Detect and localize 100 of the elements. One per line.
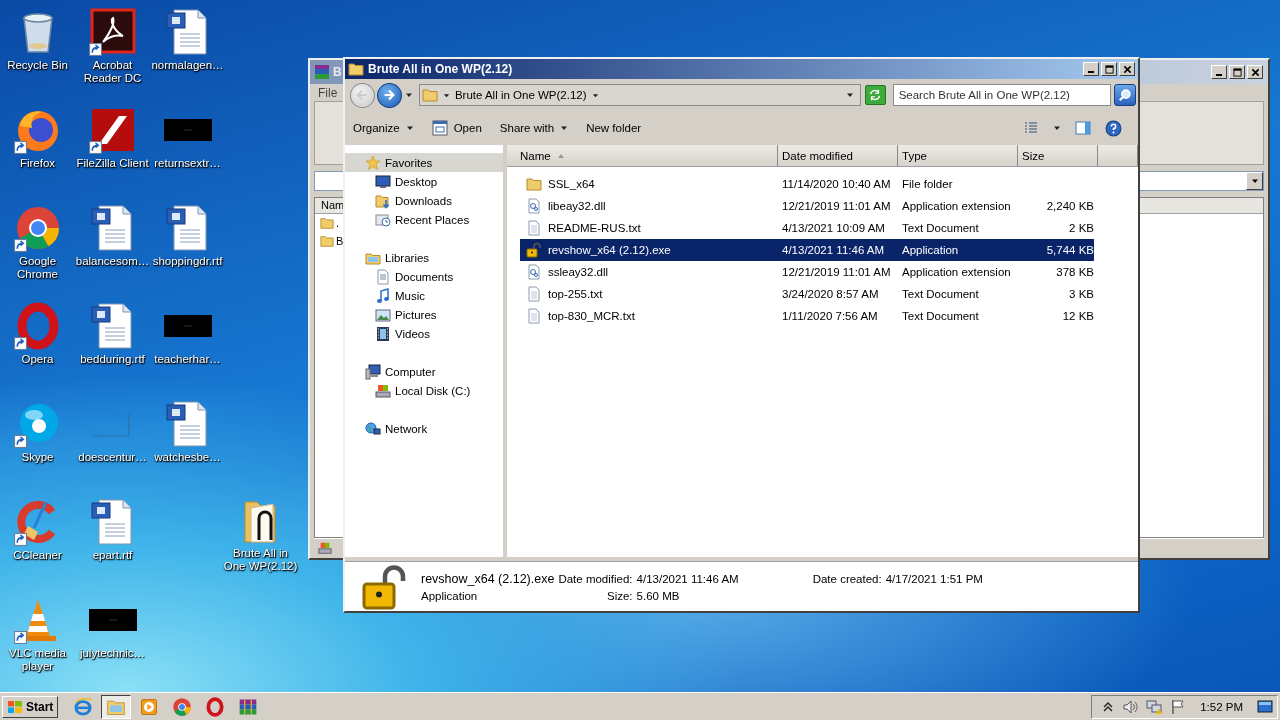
field-label: Size: <box>606 589 633 602</box>
books-icon <box>314 64 330 80</box>
clock-time[interactable]: 1:52 PM <box>1200 700 1243 713</box>
toolbar-button[interactable]: Share with <box>497 120 571 136</box>
nav-item[interactable]: Downloads <box>345 191 503 210</box>
maximize-button[interactable] <box>1101 62 1117 76</box>
file-name: SSL_x64 <box>548 178 595 190</box>
monitor-icon <box>375 173 391 190</box>
padlock-icon <box>526 242 542 258</box>
close-button[interactable] <box>1119 62 1135 76</box>
nav-item[interactable]: Pictures <box>345 305 503 324</box>
address-bar[interactable]: Brute All in One WP(2.12) <box>418 84 861 106</box>
file-row[interactable]: README-RUS.txt 4/13/2021 10:09 AM Text Document 2 KB <box>520 217 1094 239</box>
maximize-icon <box>1232 67 1242 77</box>
desktop-icon-label[interactable]: shoppingdr.rtf <box>150 255 225 268</box>
folder-icon <box>320 216 334 230</box>
speaker-icon[interactable] <box>1122 698 1139 715</box>
desktop-icon-label[interactable]: normalagen… <box>150 59 225 72</box>
search-field[interactable]: Search Brute All in One WP(2.12) <box>892 84 1112 106</box>
file-row[interactable]: top-255.txt 3/24/2020 8:57 AM Text Document 3 KB <box>520 283 1094 305</box>
column-header[interactable]: Name <box>507 145 778 166</box>
caret-icon[interactable] <box>1053 124 1061 132</box>
browser-icon <box>73 696 94 717</box>
file-name: B <box>336 235 344 247</box>
minimize-button[interactable] <box>1211 65 1227 79</box>
chevron-up-icon[interactable] <box>1102 700 1115 713</box>
recent-places-icon <box>375 211 391 228</box>
nav-item[interactable]: Music <box>345 286 503 305</box>
caret-icon <box>560 124 569 132</box>
app-icon[interactable] <box>88 8 137 56</box>
desktop-icon-label[interactable]: Opera <box>0 353 75 366</box>
network-status-icon[interactable] <box>1146 698 1163 715</box>
nav-item[interactable]: Videos <box>345 324 503 343</box>
close-button[interactable] <box>1247 65 1263 79</box>
column-header[interactable]: Type <box>898 145 1018 166</box>
file-row[interactable]: SSL_x64 11/14/2020 10:40 AM File folder <box>520 173 1094 195</box>
desktop-icon-label[interactable]: Firefox <box>0 157 75 170</box>
minimize-icon <box>1088 71 1094 73</box>
file-row[interactable]: top-830_MCR.txt 1/11/2020 7:56 AM Text Document 12 KB <box>520 305 1094 327</box>
search-button[interactable] <box>1114 84 1136 106</box>
forward-button[interactable] <box>376 82 402 108</box>
arrow-icon <box>382 88 397 102</box>
desktop-icon-label[interactable]: teacherhar… <box>150 353 225 366</box>
file-name: libeay32.dll <box>548 200 606 212</box>
nav-item[interactable]: Computer <box>345 362 503 381</box>
toolbar-button[interactable]: Open <box>429 118 484 138</box>
file-size: 5,744 KB <box>1045 244 1094 256</box>
help-icon[interactable] <box>1105 119 1122 137</box>
desktop-icon-label[interactable]: Google Chrome <box>0 255 75 281</box>
column-header[interactable]: Date modified <box>778 145 898 166</box>
file-type: Application <box>421 589 479 602</box>
taskbar-button[interactable] <box>101 694 132 719</box>
field-label: Date created: <box>811 572 882 585</box>
flag-icon[interactable] <box>1170 698 1187 715</box>
nav-item[interactable]: Recent Places <box>345 210 503 229</box>
dropdown-button[interactable] <box>1246 172 1263 190</box>
desktop-icon-label[interactable]: returnsextr… <box>150 157 225 170</box>
caret-icon[interactable] <box>404 91 413 99</box>
maximize-button[interactable] <box>1229 65 1245 79</box>
minimize-button[interactable] <box>1083 62 1099 76</box>
desktop-icon-label[interactable]: balancesom… <box>75 255 150 268</box>
start-button[interactable]: Start <box>2 695 59 718</box>
caret-icon[interactable] <box>591 91 599 99</box>
window-title: B <box>333 65 342 79</box>
nav-item[interactable]: Network <box>345 419 503 438</box>
show-desktop-icon[interactable] <box>1257 698 1273 715</box>
desktop-icon-label[interactable]: FileZilla Client <box>75 157 150 170</box>
toolbar-button[interactable]: New folder <box>584 120 644 136</box>
desktop-icon-label[interactable]: Recycle Bin <box>0 59 75 72</box>
file-type: Text Document <box>901 288 980 300</box>
window-title: Brute All in One WP(2.12) <box>368 62 513 76</box>
breadcrumb[interactable]: Brute All in One WP(2.12) <box>454 89 587 101</box>
column-header[interactable]: Size <box>1018 145 1098 166</box>
nav-item[interactable]: Favorites <box>345 153 503 172</box>
desktop-icon-label[interactable]: Acrobat Reader DC <box>75 59 150 85</box>
column-header[interactable]: Nam <box>321 199 345 211</box>
play-icon <box>139 696 160 717</box>
menu-item[interactable]: File <box>318 85 338 100</box>
field-value: 5.60 MB <box>636 589 681 602</box>
file-size: 2 KB <box>1068 222 1094 234</box>
folder-icon <box>320 234 334 248</box>
preview-pane-icon[interactable] <box>1075 120 1091 136</box>
date-modified: 12/21/2019 11:01 AM <box>781 266 892 278</box>
file-name: top-830_MCR.txt <box>548 310 635 322</box>
file-row[interactable]: libeay32.dll 12/21/2019 11:01 AM Application extension 2,240 KB <box>520 195 1094 217</box>
caret-icon[interactable] <box>442 91 450 99</box>
nav-item[interactable]: Documents <box>345 267 503 286</box>
file-row[interactable]: revshow_x64 (2.12).exe 4/13/2021 11:46 AM Application 5,744 KB <box>520 239 1094 261</box>
nav-item[interactable]: Desktop <box>345 172 503 191</box>
nav-item[interactable]: Libraries <box>345 248 503 267</box>
desktop-icon-label[interactable]: bedduring.rtf <box>75 353 150 366</box>
file-name: revshow_x64 (2.12).exe <box>548 244 671 256</box>
refresh-button[interactable] <box>864 85 886 105</box>
nav-item[interactable]: Local Disk (C:) <box>345 381 503 400</box>
file-type: Application extension <box>901 266 1012 278</box>
file-row[interactable]: ssleay32.dll 12/21/2019 11:01 AM Application extension 378 KB <box>520 261 1094 283</box>
close-icon <box>1250 67 1260 77</box>
caret-icon[interactable] <box>845 91 854 99</box>
picture-icon <box>375 306 391 323</box>
toolbar-button[interactable]: Organize <box>351 120 416 136</box>
